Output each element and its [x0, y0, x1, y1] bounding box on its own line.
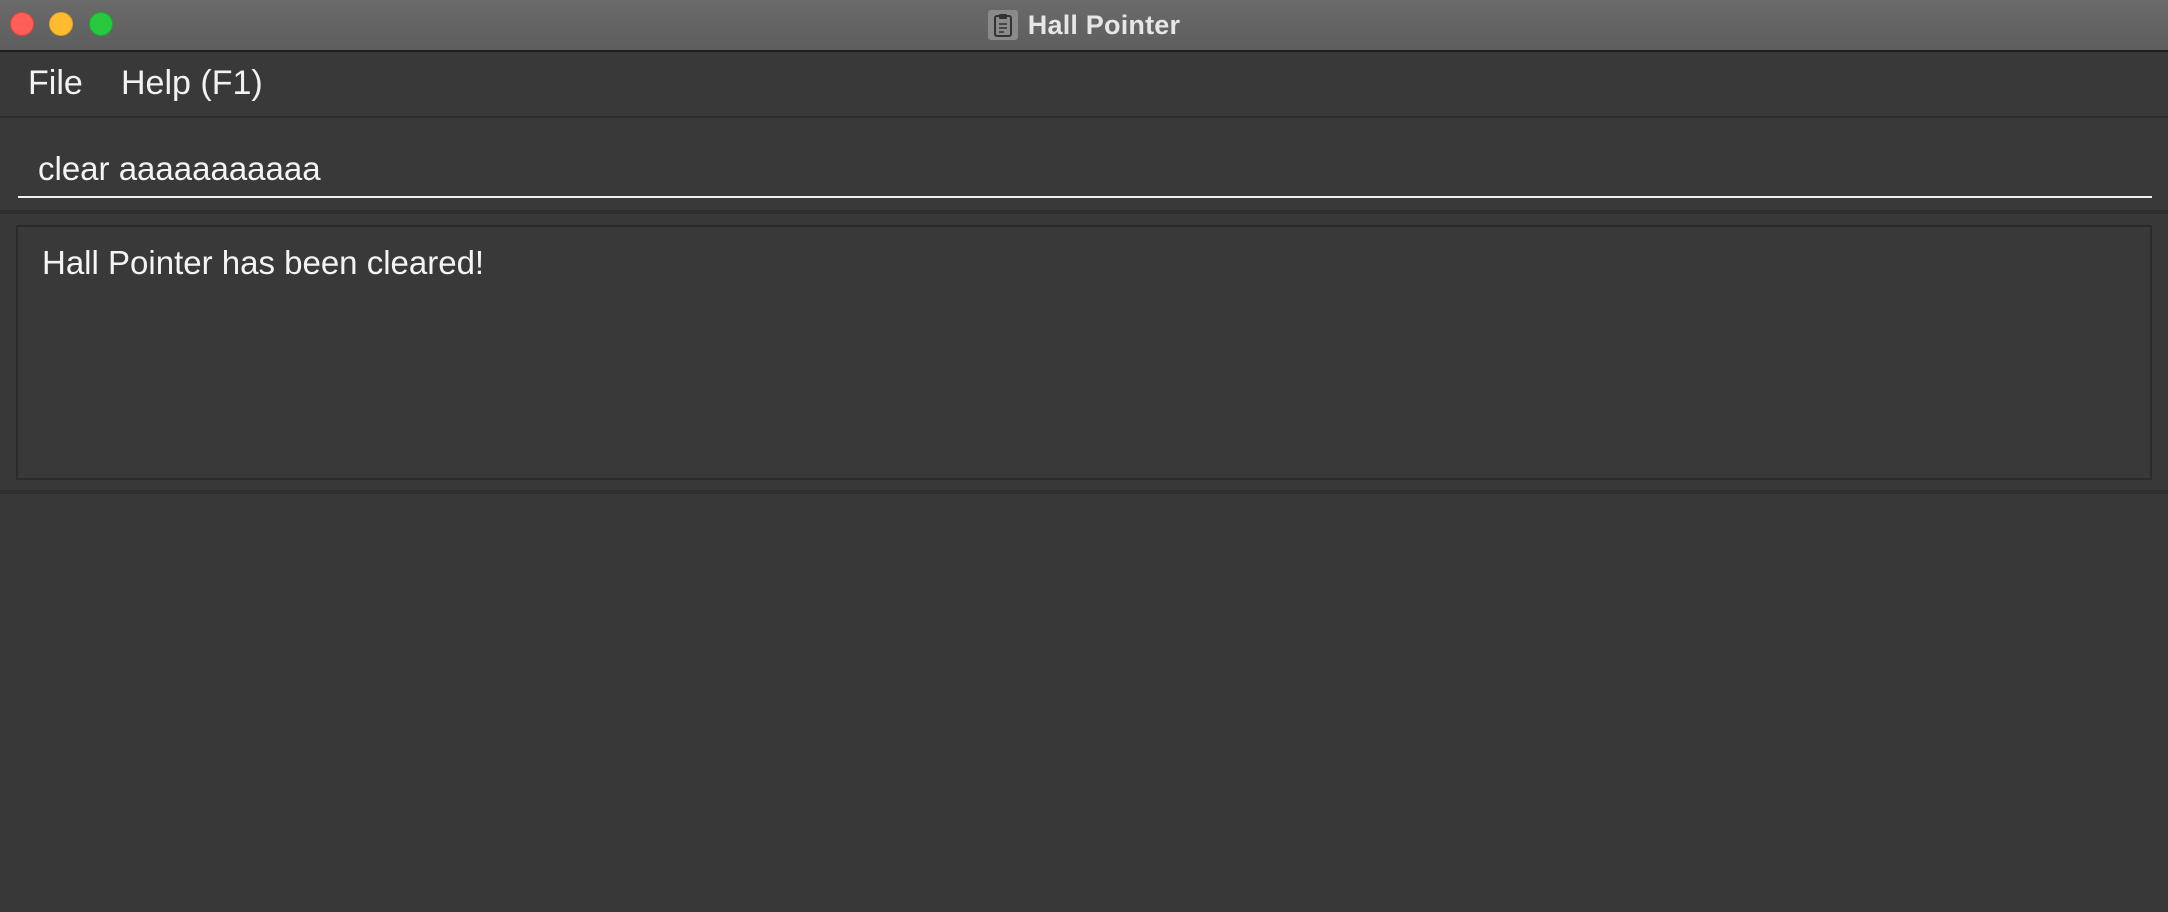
- command-box-panel: [0, 118, 2168, 214]
- title-bar[interactable]: Hall Pointer: [0, 0, 2168, 52]
- window-title-group: Hall Pointer: [0, 0, 2168, 50]
- menu-help[interactable]: Help (F1): [121, 62, 263, 104]
- menu-file[interactable]: File: [28, 62, 83, 104]
- result-display[interactable]: Hall Pointer has been cleared!: [16, 225, 2152, 480]
- command-input[interactable]: [18, 142, 2152, 198]
- list-panel: [0, 494, 2168, 912]
- window-title: Hall Pointer: [1027, 9, 1181, 40]
- clipboard-icon: [987, 10, 1018, 40]
- result-message: Hall Pointer has been cleared!: [42, 244, 485, 281]
- menu-bar: File Help (F1): [0, 52, 2168, 118]
- app-window: Hall Pointer File Help (F1) Hall Pointer…: [0, 0, 2168, 912]
- result-display-panel: Hall Pointer has been cleared!: [0, 214, 2168, 494]
